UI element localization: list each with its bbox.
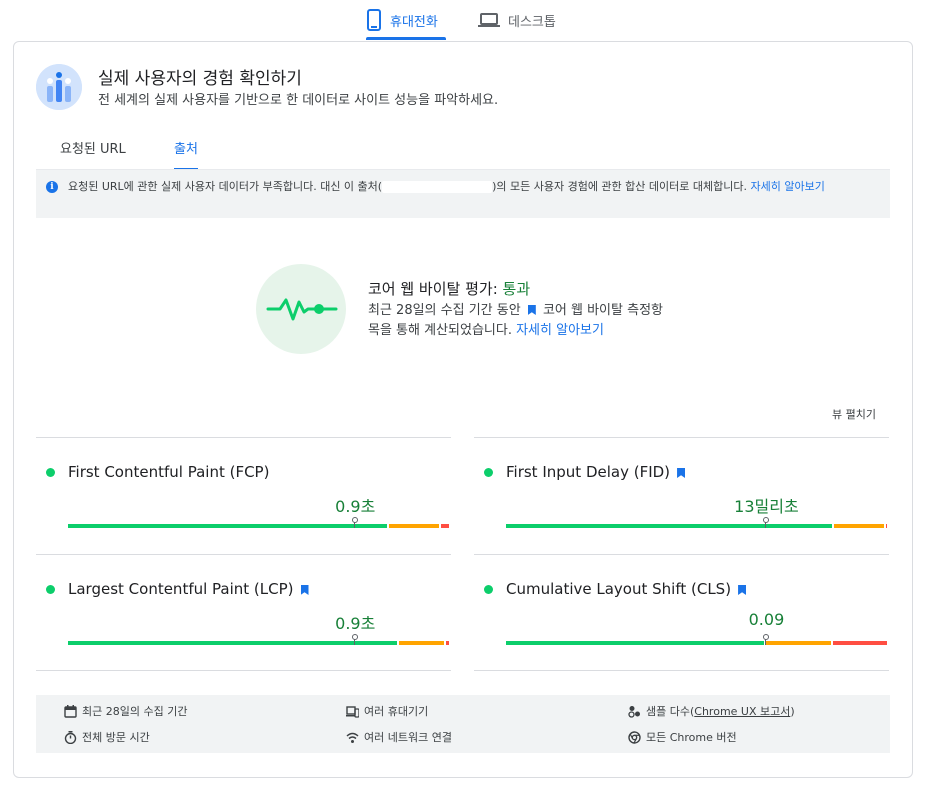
tab-origin[interactable]: 출처 (174, 124, 198, 170)
distribution-bar (68, 517, 451, 528)
pulse-icon (256, 264, 346, 354)
samples-suffix: ) (790, 705, 795, 718)
chrome-icon (628, 730, 641, 744)
p75-marker (763, 634, 770, 645)
p75-marker (352, 634, 359, 645)
metric-name-text: First Contentful Paint (FCP) (68, 463, 270, 481)
p75-marker (352, 517, 359, 528)
cwv-assessment-title: 코어 웹 바이탈 평가: 통과 (368, 278, 530, 299)
calendar-icon (64, 704, 77, 718)
section-subtitle: 전 세계의 실제 사용자를 기반으로 한 데이터로 사이트 성능을 파악하세요. (98, 93, 499, 108)
tab-requested-url[interactable]: 요청된 URL (60, 124, 126, 170)
distribution-poor-segment (445, 641, 449, 645)
cwv-desc-part1: 최근 28일의 수집 기간 동안 (368, 303, 521, 318)
cwv-title-prefix: 코어 웹 바이탈 평가: (368, 280, 503, 298)
distribution-ni-segment (833, 524, 885, 528)
footer-period-text: 최근 28일의 수집 기간 (82, 705, 188, 718)
redacted-origin (382, 181, 493, 193)
footer-networks-text: 여러 네트워크 연결 (364, 731, 452, 744)
laptop-icon (478, 13, 500, 27)
tab-mobile[interactable]: 휴대전화 (366, 0, 446, 40)
cwv-description: 최근 28일의 수집 기간 동안 코어 웹 바이탈 측정항목을 통해 계산되었습… (368, 301, 668, 341)
p75-marker (763, 517, 770, 528)
cwv-learn-more-link[interactable]: 자세히 알아보기 (516, 323, 604, 338)
section-title: 실제 사용자의 경험 확인하기 (98, 69, 302, 89)
bookmark-icon (527, 305, 536, 315)
users-chart-icon (36, 64, 82, 110)
distribution-good-segment (506, 641, 764, 645)
timer-icon (64, 730, 77, 744)
distribution-bar (506, 517, 889, 528)
footer-visit: 전체 방문 시간 (64, 729, 150, 745)
chrome-ux-report-link[interactable]: Chrome UX 보고서 (694, 705, 790, 718)
footer-samples-text: 샘플 다수(Chrome UX 보고서) (646, 703, 795, 719)
tab-desktop-label: 데스크톱 (508, 14, 556, 30)
metric-name: Cumulative Layout Shift (CLS) (506, 580, 749, 598)
metric-value: 0.9초 (335, 614, 376, 633)
status-good-icon (484, 468, 493, 477)
phone-icon (367, 9, 381, 31)
info-text-before: 요청된 URL에 관한 실제 사용자 데이터가 부족합니다. 대신 이 출처( (68, 180, 383, 193)
distribution-poor-segment (833, 641, 887, 645)
distribution-bar (68, 634, 451, 645)
info-text-after: )의 모든 사용자 경험에 관한 합산 데이터로 대체합니다. (492, 180, 751, 193)
status-good-icon (484, 585, 493, 594)
footer-samples: 샘플 다수(Chrome UX 보고서) (628, 703, 795, 719)
footer-chrome-text: 모든 Chrome 버전 (646, 731, 737, 744)
wifi-icon (346, 732, 359, 743)
metric-name-text: Largest Contentful Paint (LCP) (68, 580, 294, 598)
cwv-status: 통과 (502, 280, 531, 298)
metric-value: 0.09 (748, 610, 785, 629)
footer-period: 최근 28일의 수집 기간 (64, 703, 187, 719)
metric-value: 13밀리초 (734, 497, 799, 516)
tab-mobile-label: 휴대전화 (390, 14, 438, 30)
footer-devices-text: 여러 휴대기기 (364, 705, 429, 718)
field-data-card: 실제 사용자의 경험 확인하기 전 세계의 실제 사용자를 기반으로 한 데이터… (13, 41, 913, 778)
distribution-ni-segment (398, 641, 444, 645)
info-icon: i (46, 181, 58, 193)
info-banner: i 요청된 URL에 관한 실제 사용자 데이터가 부족합니다. 대신 이 출처… (36, 170, 890, 218)
metric-name-text: First Input Delay (FID) (506, 463, 671, 481)
metric-cls: Cumulative Layout Shift (CLS) 0.09 (474, 554, 889, 671)
footer-visit-text: 전체 방문 시간 (82, 731, 150, 744)
bookmark-icon (738, 585, 747, 595)
device-tabs: 휴대전화 데스크톱 (0, 0, 929, 40)
metric-name-text: Cumulative Layout Shift (CLS) (506, 580, 732, 598)
info-learn-more-link[interactable]: 자세히 알아보기 (750, 180, 824, 193)
url-origin-tabs: 요청된 URL 출처 (36, 124, 892, 170)
data-source-footer: 최근 28일의 수집 기간 전체 방문 시간 여러 휴대기기 여러 네트워크 연… (36, 695, 890, 753)
footer-devices: 여러 휴대기기 (346, 703, 428, 719)
footer-networks: 여러 네트워크 연결 (346, 729, 452, 745)
devices-icon (346, 705, 359, 718)
metric-name: First Contentful Paint (FCP) (68, 463, 269, 481)
bookmark-icon (300, 585, 309, 595)
distribution-bar (506, 634, 889, 645)
samples-icon (628, 705, 640, 718)
metric-value: 0.9초 (335, 497, 376, 516)
distribution-good-segment (68, 641, 397, 645)
expand-view-button[interactable]: 뷰 펼치기 (832, 406, 876, 422)
bookmark-icon (677, 468, 686, 478)
metric-fcp: First Contentful Paint (FCP) 0.9초 (36, 437, 451, 554)
metric-name: Largest Contentful Paint (LCP) (68, 580, 312, 598)
status-good-icon (46, 585, 55, 594)
status-good-icon (46, 468, 55, 477)
samples-prefix: 샘플 다수( (646, 705, 695, 718)
metric-lcp: Largest Contentful Paint (LCP) 0.9초 (36, 554, 451, 671)
distribution-poor-segment (441, 524, 449, 528)
distribution-ni-segment (765, 641, 832, 645)
distribution-ni-segment (388, 524, 440, 528)
tab-desktop[interactable]: 데스크톱 (478, 0, 568, 40)
distribution-good-segment (506, 524, 832, 528)
metric-name: First Input Delay (FID) (506, 463, 688, 481)
footer-chrome: 모든 Chrome 버전 (628, 729, 737, 745)
metric-fid: First Input Delay (FID) 13밀리초 (474, 437, 889, 554)
distribution-poor-segment (886, 524, 888, 528)
distribution-good-segment (68, 524, 387, 528)
